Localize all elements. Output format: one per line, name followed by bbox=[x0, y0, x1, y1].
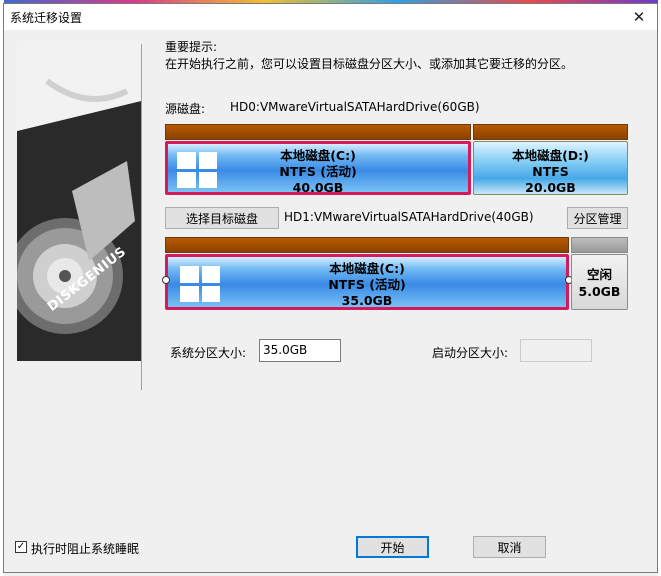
source-disk-bar-c bbox=[165, 124, 471, 140]
prevent-sleep-label[interactable]: 执行时阻止系统睡眠 bbox=[31, 540, 139, 557]
partition-name: 本地磁盘(C:) bbox=[329, 261, 405, 276]
resize-handle-left[interactable] bbox=[162, 276, 170, 284]
partition-fs: NTFS bbox=[532, 164, 569, 179]
target-disk-bar-free bbox=[571, 237, 628, 253]
partition-size: 40.0GB bbox=[292, 180, 344, 195]
title-bar[interactable]: 系统迁移设置 ✕ bbox=[4, 4, 657, 30]
partition-manage-button[interactable]: 分区管理 bbox=[567, 207, 628, 229]
partition-fs: NTFS (活动) bbox=[279, 164, 357, 179]
source-disk-bar-d bbox=[473, 124, 628, 140]
target-partition-c[interactable]: 本地磁盘(C:) NTFS (活动) 35.0GB bbox=[165, 254, 569, 310]
partition-size: 5.0GB bbox=[578, 284, 621, 299]
partition-name: 空闲 bbox=[586, 267, 612, 282]
hint-heading: 重要提示: bbox=[165, 40, 218, 54]
partition-fs: NTFS (活动) bbox=[328, 277, 406, 292]
diskgenius-hdd-illustration: DISKGENIUS bbox=[17, 41, 141, 361]
hint-body: 在开始执行之前，您可以设置目标磁盘分区大小、或添加其它要迁移的分区。 bbox=[165, 57, 574, 71]
source-partition-d[interactable]: 本地磁盘(D:) NTFS 20.0GB bbox=[473, 141, 628, 195]
partition-name: 本地磁盘(D:) bbox=[512, 148, 589, 163]
source-partition-c[interactable]: 本地磁盘(C:) NTFS (活动) 40.0GB bbox=[165, 141, 471, 195]
boot-size-input bbox=[520, 339, 592, 362]
dialog-title: 系统迁移设置 bbox=[10, 11, 83, 25]
start-button[interactable]: 开始 bbox=[356, 536, 429, 558]
hard-drive-icon bbox=[17, 41, 141, 361]
boot-size-label: 启动分区大小: bbox=[432, 346, 509, 360]
select-target-disk-button[interactable]: 选择目标磁盘 bbox=[165, 207, 279, 229]
target-disk-name: HD1:VMwareVirtualSATAHardDrive(40GB) bbox=[284, 210, 534, 224]
partition-name: 本地磁盘(C:) bbox=[280, 148, 356, 163]
system-size-label: 系统分区大小: bbox=[170, 346, 247, 360]
partition-size: 35.0GB bbox=[341, 293, 393, 308]
close-button[interactable]: ✕ bbox=[621, 4, 657, 30]
prevent-sleep-checkbox[interactable]: ✓ bbox=[15, 541, 27, 553]
system-migration-dialog: 系统迁移设置 ✕ DISKGENIUS 重要提示: 在开始执行之前，您可以设置目… bbox=[3, 3, 658, 573]
target-disk-bar-c bbox=[165, 237, 569, 253]
partition-size: 20.0GB bbox=[525, 180, 576, 195]
source-disk-name: HD0:VMwareVirtualSATAHardDrive(60GB) bbox=[230, 100, 480, 114]
vertical-separator bbox=[141, 44, 142, 390]
target-free-space[interactable]: 空闲 5.0GB bbox=[571, 254, 628, 310]
system-size-input[interactable]: 35.0GB bbox=[259, 339, 341, 362]
source-disk-label: 源磁盘: bbox=[165, 102, 206, 116]
cancel-button[interactable]: 取消 bbox=[473, 536, 546, 558]
